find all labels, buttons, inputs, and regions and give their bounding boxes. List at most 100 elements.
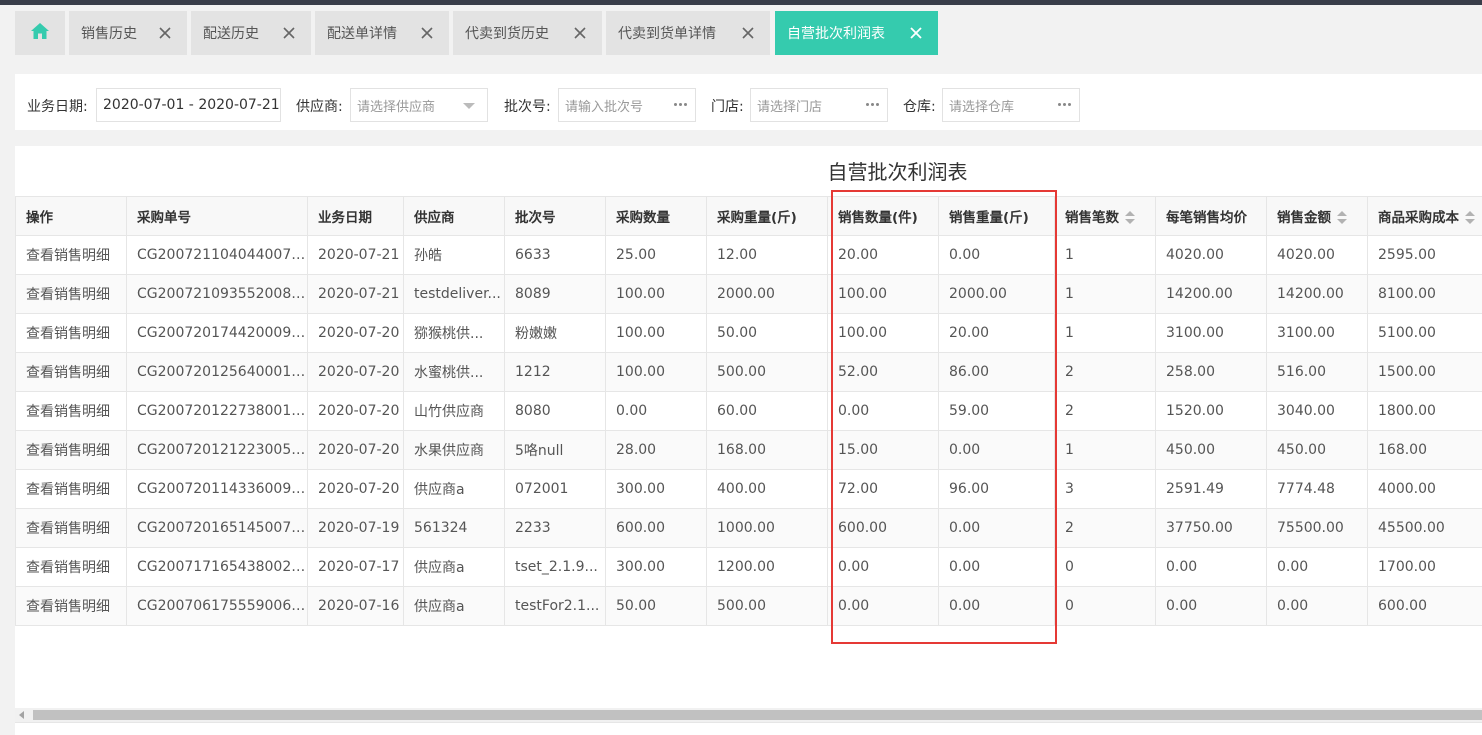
tab-bar: 销售历史 配送历史 配送单详情 代卖到货历史 代卖到货单详情 自营批次利润表 xyxy=(0,5,1482,60)
tab-delivery-detail[interactable]: 配送单详情 xyxy=(315,11,449,55)
cell-sales-weight: 86.00 xyxy=(938,352,1055,392)
cell-action[interactable]: 查看销售明细 xyxy=(15,391,127,431)
cell-action[interactable]: 查看销售明细 xyxy=(15,586,127,626)
scrollbar-thumb[interactable] xyxy=(33,710,1482,720)
cell-purchase-weight: 500.00 xyxy=(706,586,828,626)
cell-action[interactable]: 查看销售明细 xyxy=(15,352,127,392)
cell-purchase-no: CG200721093552008264 xyxy=(126,274,308,314)
table-row: 查看销售明细 CG200717165438002536 2020-07-17 供应商a… xyxy=(15,547,1482,587)
cell-purchase-qty: 50.00 xyxy=(605,586,707,626)
close-icon[interactable] xyxy=(279,23,299,43)
cell-date: 2020-07-17 xyxy=(307,547,404,587)
col-header-sales-amount[interactable]: 销售金额 xyxy=(1266,196,1368,236)
tab-delivery-history[interactable]: 配送历史 xyxy=(191,11,311,55)
batch-input[interactable]: 请输入批次号 xyxy=(558,88,696,122)
cell-sales-weight: 0.00 xyxy=(938,430,1055,470)
cell-sales-count: 1 xyxy=(1054,313,1156,353)
table-row: 查看销售明细 CG200720121223005160 2020-07-20 水果供应… xyxy=(15,430,1482,470)
close-icon[interactable] xyxy=(570,23,590,43)
cell-sales-count: 0 xyxy=(1054,547,1156,587)
cell-sales-weight: 59.00 xyxy=(938,391,1055,431)
cell-purchase-weight: 60.00 xyxy=(706,391,828,431)
cell-date: 2020-07-20 xyxy=(307,352,404,392)
more-icon[interactable] xyxy=(1058,103,1071,106)
table-footer xyxy=(15,722,1482,735)
cell-action[interactable]: 查看销售明细 xyxy=(15,508,127,548)
tab-consignment-history[interactable]: 代卖到货历史 xyxy=(453,11,602,55)
cell-sales-amount: 4020.00 xyxy=(1266,235,1368,275)
tab-home[interactable] xyxy=(15,11,65,55)
table-row: 查看销售明细 CG200720125640001892 2020-07-20 水蜜桃供… xyxy=(15,352,1482,392)
cell-sales-qty: 100.00 xyxy=(827,274,939,314)
cell-purchase-qty: 0.00 xyxy=(605,391,707,431)
cell-supplier: 孙皓 xyxy=(403,235,505,275)
cell-sales-amount: 3040.00 xyxy=(1266,391,1368,431)
close-icon[interactable] xyxy=(906,23,926,43)
cell-sales-amount: 516.00 xyxy=(1266,352,1368,392)
cell-sales-weight: 20.00 xyxy=(938,313,1055,353)
cell-purchase-qty: 600.00 xyxy=(605,508,707,548)
more-icon[interactable] xyxy=(674,103,687,106)
table-row: 查看销售明细 CG200706175559006078 2020-07-16 供应商a… xyxy=(15,586,1482,626)
table-row: 查看销售明细 CG200721093552008264 2020-07-21 test… xyxy=(15,274,1482,314)
col-header-date: 业务日期 xyxy=(307,196,404,236)
date-range-value: 2020-07-01 - 2020-07-21 xyxy=(103,97,280,113)
cell-purchase-no: CG200720165145007886 xyxy=(126,508,308,548)
horizontal-scrollbar[interactable] xyxy=(15,708,1482,722)
cell-action[interactable]: 查看销售明细 xyxy=(15,313,127,353)
scroll-left-icon[interactable] xyxy=(19,711,24,719)
cell-purchase-qty: 100.00 xyxy=(605,274,707,314)
close-icon[interactable] xyxy=(155,23,175,43)
cell-purchase-qty: 28.00 xyxy=(605,430,707,470)
cell-supplier: 供应商a xyxy=(403,469,505,509)
cell-purchase-cost: 168.00 xyxy=(1367,430,1482,470)
close-icon[interactable] xyxy=(417,23,437,43)
cell-sales-amount: 0.00 xyxy=(1266,547,1368,587)
col-header-purchase-cost[interactable]: 商品采购成本 xyxy=(1367,196,1482,236)
cell-date: 2020-07-21 xyxy=(307,274,404,314)
cell-sales-weight: 0.00 xyxy=(938,586,1055,626)
col-header-sales-count[interactable]: 销售笔数 xyxy=(1054,196,1156,236)
cell-sales-count: 2 xyxy=(1054,508,1156,548)
col-header-avg-price: 每笔销售均价 xyxy=(1155,196,1267,236)
cell-sales-amount: 7774.48 xyxy=(1266,469,1368,509)
table-row: 查看销售明细 CG200720165145007886 2020-07-19 5613… xyxy=(15,508,1482,548)
cell-purchase-qty: 100.00 xyxy=(605,313,707,353)
cell-action[interactable]: 查看销售明细 xyxy=(15,547,127,587)
batch-label: 批次号: xyxy=(504,99,551,115)
supplier-select[interactable]: 请选择供应商 xyxy=(350,88,488,122)
batch-placeholder: 请输入批次号 xyxy=(565,99,644,115)
tab-batch-profit-report[interactable]: 自营批次利润表 xyxy=(775,11,938,55)
cell-avg-price: 14200.00 xyxy=(1155,274,1267,314)
warehouse-input[interactable]: 请选择仓库 xyxy=(942,88,1080,122)
profit-table: 操作 采购单号 业务日期 供应商 批次号 采购数量 采购重量(斤) 销售数量(件… xyxy=(15,196,1482,626)
cell-purchase-weight: 50.00 xyxy=(706,313,828,353)
cell-action[interactable]: 查看销售明细 xyxy=(15,274,127,314)
cell-sales-weight: 96.00 xyxy=(938,469,1055,509)
store-input[interactable]: 请选择门店 xyxy=(750,88,888,122)
cell-date: 2020-07-20 xyxy=(307,469,404,509)
cell-action[interactable]: 查看销售明细 xyxy=(15,469,127,509)
filter-bar: 业务日期: 2020-07-01 - 2020-07-21 供应商: 请选择供应… xyxy=(15,74,1482,130)
col-header-sales-weight: 销售重量(斤) xyxy=(938,196,1055,236)
cell-sales-amount: 14200.00 xyxy=(1266,274,1368,314)
cell-purchase-weight: 1000.00 xyxy=(706,508,828,548)
cell-date: 2020-07-20 xyxy=(307,391,404,431)
cell-sales-qty: 0.00 xyxy=(827,586,939,626)
tab-sales-history[interactable]: 销售历史 xyxy=(69,11,187,55)
cell-purchase-no: CG200720125640001892 xyxy=(126,352,308,392)
cell-avg-price: 0.00 xyxy=(1155,586,1267,626)
cell-action[interactable]: 查看销售明细 xyxy=(15,430,127,470)
close-icon[interactable] xyxy=(738,23,758,43)
col-header-label: 商品采购成本 xyxy=(1378,210,1459,226)
cell-date: 2020-07-20 xyxy=(307,313,404,353)
chevron-down-icon xyxy=(463,103,475,109)
tab-consignment-detail[interactable]: 代卖到货单详情 xyxy=(606,11,770,55)
col-header-purchase-qty: 采购数量 xyxy=(605,196,707,236)
date-range-input[interactable]: 2020-07-01 - 2020-07-21 xyxy=(96,88,281,122)
more-icon[interactable] xyxy=(866,103,879,106)
sort-icon[interactable] xyxy=(1337,211,1347,225)
sort-icon[interactable] xyxy=(1125,211,1135,225)
cell-action[interactable]: 查看销售明细 xyxy=(15,235,127,275)
sort-icon[interactable] xyxy=(1465,211,1475,225)
